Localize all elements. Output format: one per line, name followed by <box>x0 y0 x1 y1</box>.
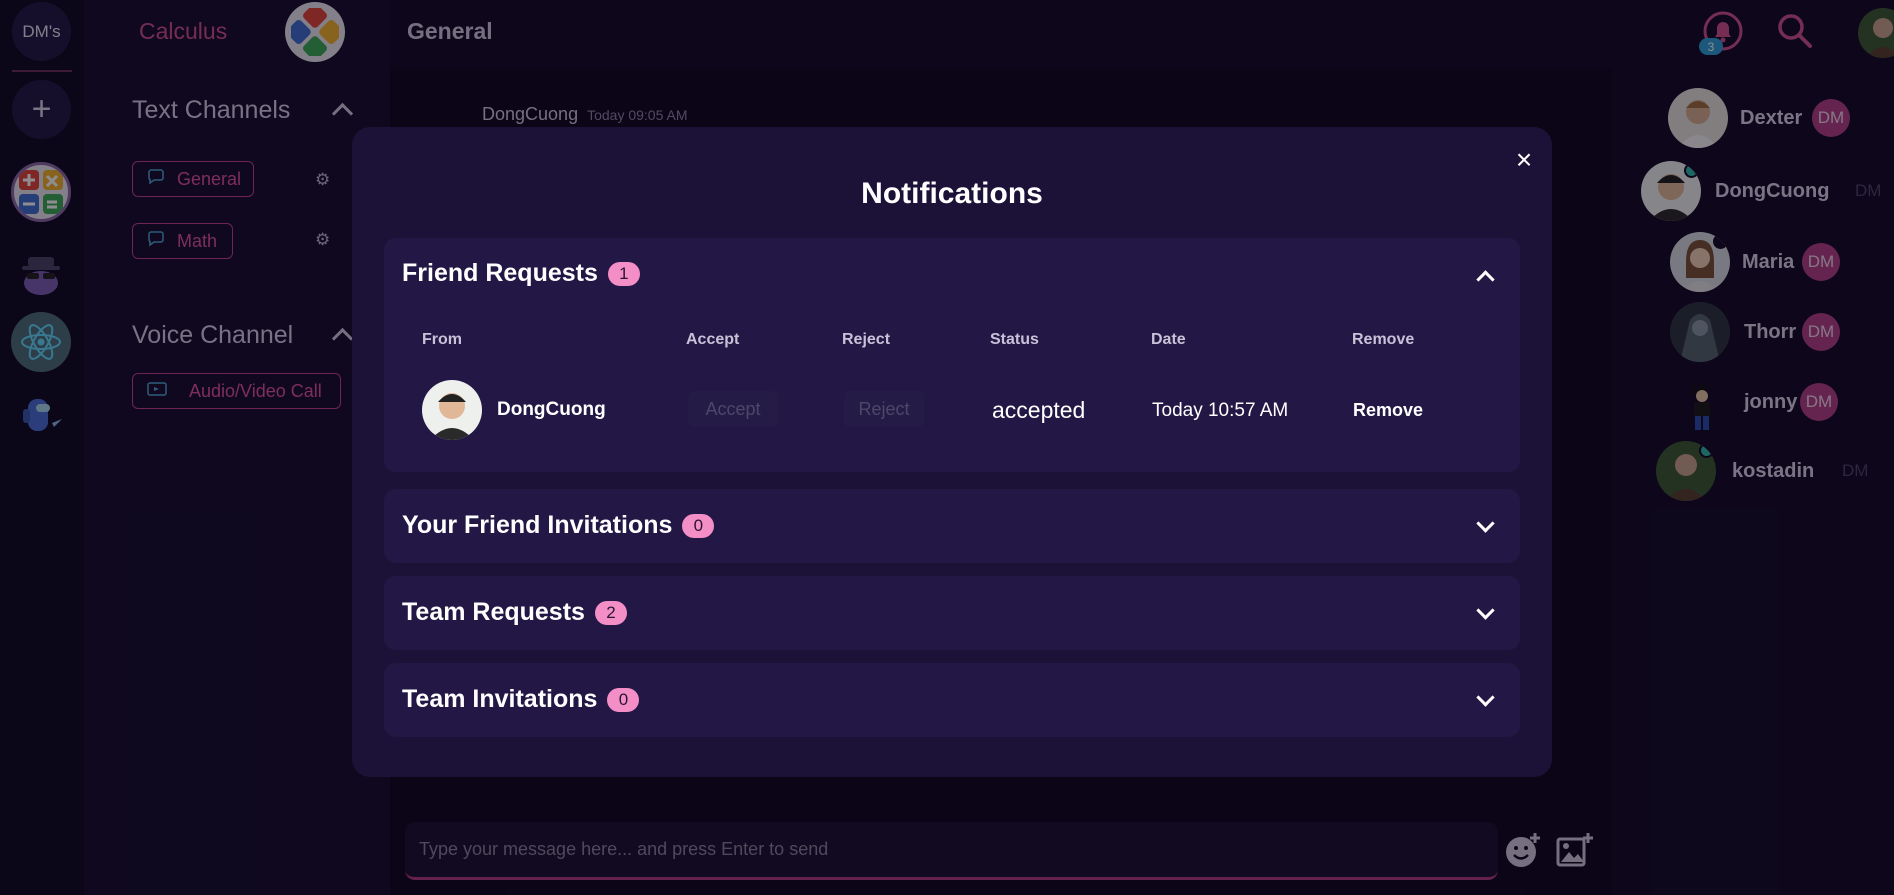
friend-invitations-section[interactable]: Your Friend Invitations 0 <box>384 489 1520 563</box>
modal-title: Notifications <box>861 177 1043 210</box>
chevron-down-icon[interactable] <box>1476 514 1495 533</box>
section-title: Friend Requests <box>402 259 598 287</box>
friend-requests-header[interactable]: Friend Requests 1 <box>402 259 640 288</box>
section-title: Team Invitations <box>402 685 598 713</box>
col-header-date: Date <box>1151 331 1186 348</box>
reject-button[interactable]: Reject <box>844 391 924 427</box>
team-invitations-header: Team Invitations 0 <box>402 685 640 714</box>
chevron-up-icon[interactable] <box>1476 270 1495 289</box>
col-header-status: Status <box>990 331 1039 348</box>
remove-button[interactable]: Remove <box>1353 400 1423 421</box>
chevron-down-icon[interactable] <box>1476 688 1495 707</box>
col-header-remove: Remove <box>1352 331 1415 348</box>
accept-button[interactable]: Accept <box>688 391 778 427</box>
count-badge: 0 <box>682 513 715 538</box>
section-title: Team Requests <box>402 598 585 626</box>
friend-invitations-header: Your Friend Invitations 0 <box>402 511 715 540</box>
close-icon[interactable]: × <box>1507 143 1541 177</box>
chevron-down-icon[interactable] <box>1476 601 1495 620</box>
section-title: Your Friend Invitations <box>402 511 673 539</box>
count-badge: 0 <box>607 687 640 712</box>
team-requests-header: Team Requests 2 <box>402 598 627 627</box>
col-header-from: From <box>422 331 462 348</box>
team-invitations-section[interactable]: Team Invitations 0 <box>384 663 1520 737</box>
count-badge: 1 <box>607 261 640 286</box>
request-date: Today 10:57 AM <box>1152 400 1289 421</box>
team-requests-section[interactable]: Team Requests 2 <box>384 576 1520 650</box>
friend-requests-section: Friend Requests 1 <box>384 238 1520 472</box>
col-header-accept: Accept <box>686 331 740 348</box>
requester-avatar <box>422 380 482 440</box>
notifications-modal: × Notifications Friend Requests 1 From A… <box>352 127 1552 777</box>
col-header-reject: Reject <box>842 331 891 348</box>
count-badge: 2 <box>594 600 627 625</box>
request-status: accepted <box>992 397 1086 423</box>
requester-name: DongCuong <box>497 399 606 420</box>
